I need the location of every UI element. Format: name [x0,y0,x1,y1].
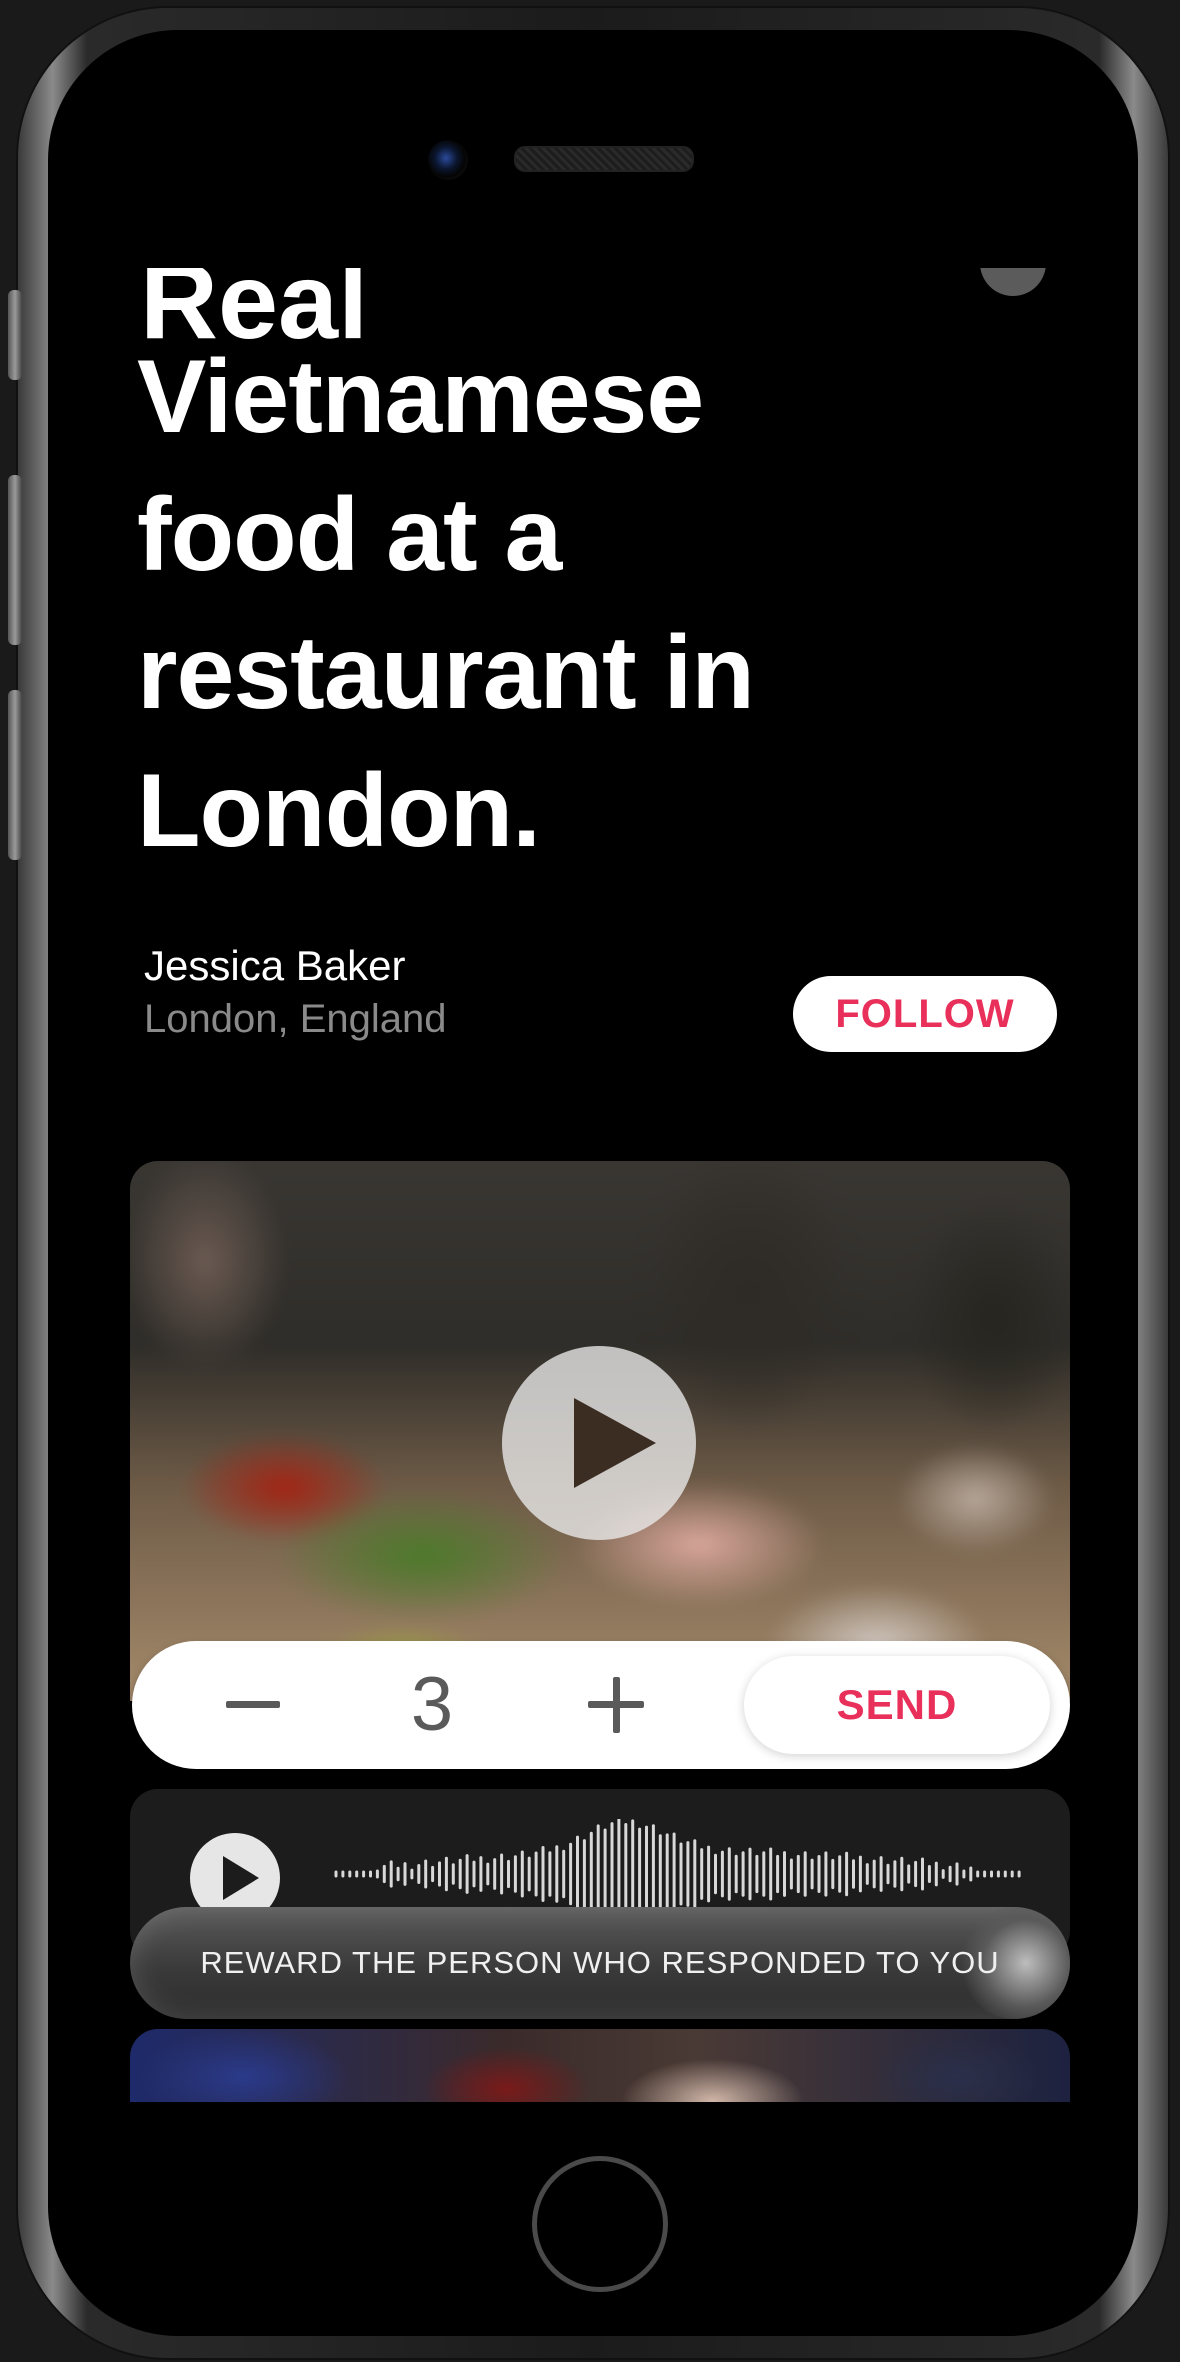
reward-stepper-bar: 3 SEND [132,1641,1070,1769]
front-camera [428,140,468,180]
minus-icon[interactable] [212,1665,292,1745]
author-name: Jessica Baker [144,942,406,989]
author-location: London, England [144,997,447,1041]
video-card[interactable] [130,1161,1070,1701]
mute-switch [8,290,22,380]
volume-down-button [8,690,22,860]
post-headline: Vietnamese food at a restaurant in Londo… [137,339,755,869]
avatar[interactable] [980,268,1046,296]
video-play-button[interactable] [502,1346,696,1540]
send-button[interactable]: SEND [744,1656,1050,1754]
next-video-card[interactable] [130,2029,1070,2102]
author-info: Jessica Baker London, England [144,940,447,1046]
earpiece-speaker [514,146,694,172]
app-screen: Real Vietnamese food at a restaurant in … [64,268,1134,2102]
reward-tooltip: REWARD THE PERSON WHO RESPONDED TO YOU [130,1907,1070,2019]
follow-button[interactable]: FOLLOW [793,976,1057,1052]
plus-icon[interactable] [576,1665,656,1745]
tooltip-text: REWARD THE PERSON WHO RESPONDED TO YOU [200,1945,1000,1980]
home-button[interactable] [532,2156,668,2292]
reward-count: 3 [410,1662,454,1747]
play-icon [574,1398,656,1488]
volume-up-button [8,475,22,645]
